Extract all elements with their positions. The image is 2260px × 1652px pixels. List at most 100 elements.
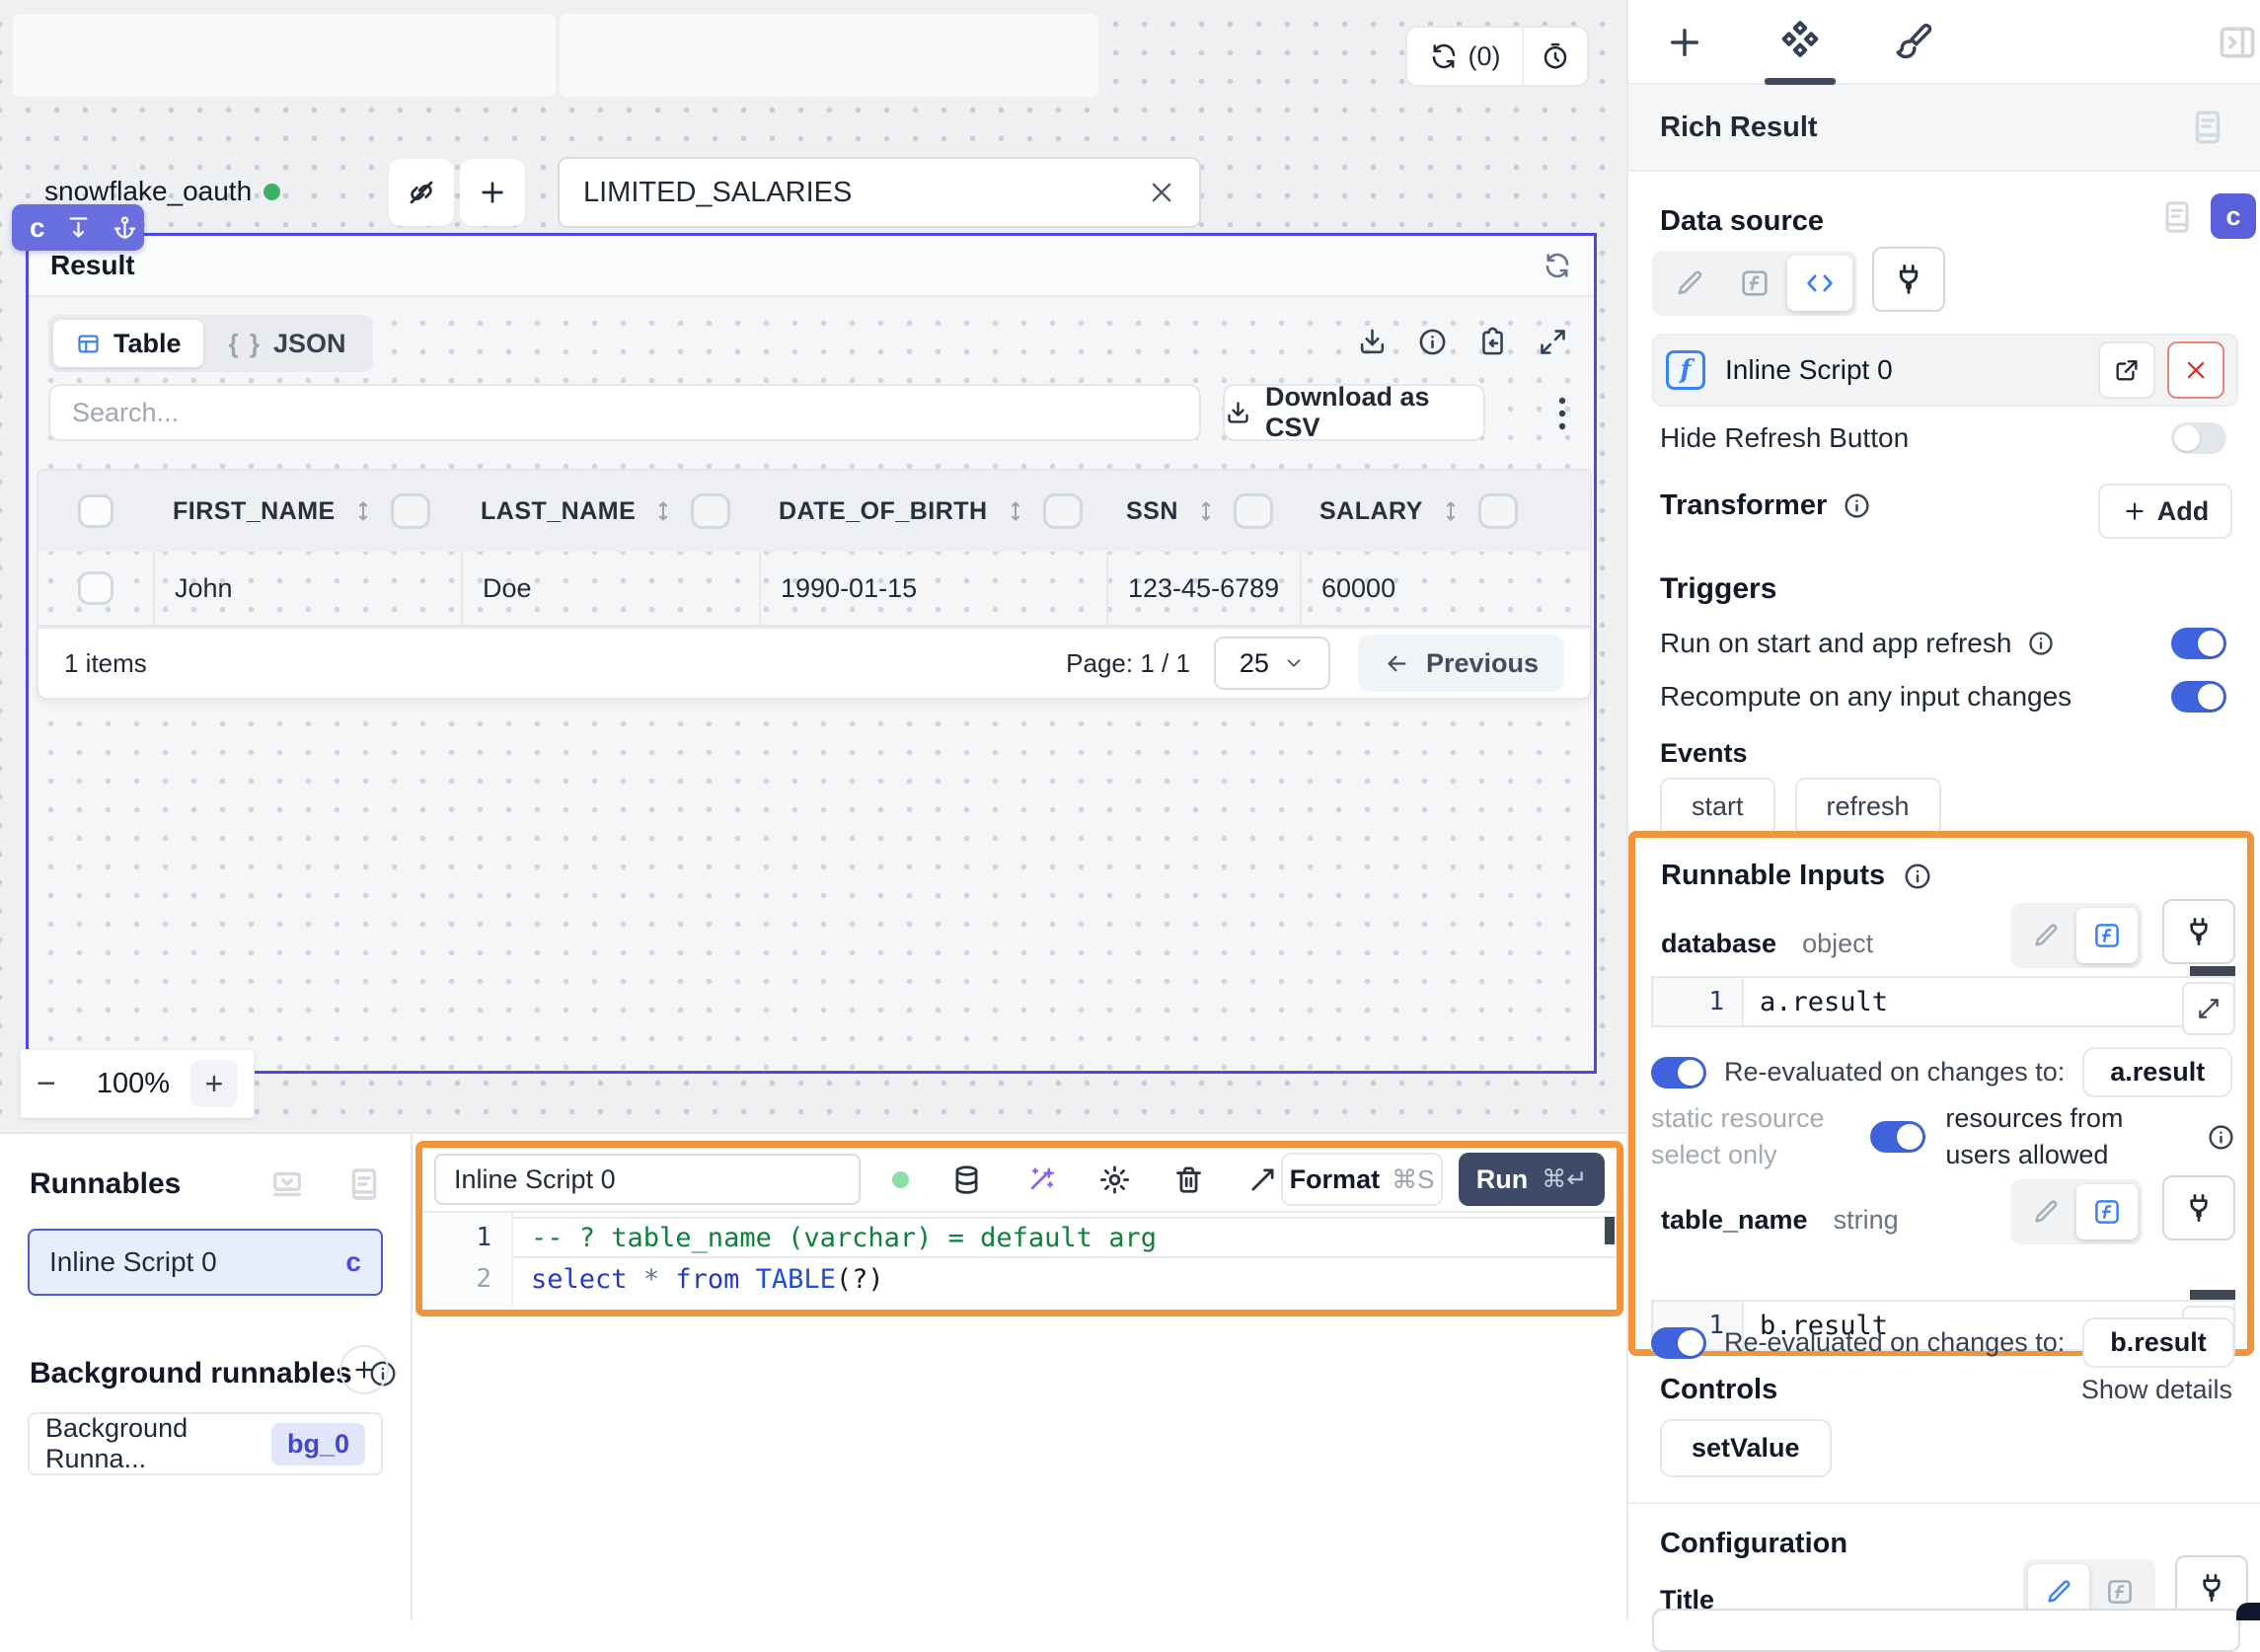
reeval-toggle[interactable] <box>1651 1327 1706 1359</box>
format-button[interactable]: Format ⌘S <box>1281 1153 1443 1206</box>
editor-scrollbar-thumb[interactable] <box>1605 1217 1615 1244</box>
more-options-button[interactable] <box>1541 392 1584 435</box>
open-script-external-button[interactable] <box>2098 341 2155 399</box>
expand-icon[interactable] <box>1538 327 1568 357</box>
empty-component-b[interactable] <box>560 14 1098 97</box>
column-toggle[interactable] <box>1478 493 1518 529</box>
table-row[interactable]: John Doe 1990-01-15 123-45-6789 60000 <box>37 552 1592 627</box>
components-tab-icon[interactable] <box>1776 18 1824 65</box>
sort-icon[interactable] <box>1194 499 1218 523</box>
zoom-out-button[interactable]: − <box>37 1065 76 1103</box>
hide-refresh-toggle[interactable] <box>2171 422 2226 454</box>
select-all-checkbox[interactable] <box>78 494 113 528</box>
info-icon[interactable] <box>2207 1123 2235 1152</box>
connect-input-plug-button[interactable] <box>2162 899 2235 964</box>
database-expr-editor[interactable]: 1 a.result <box>1651 976 2235 1027</box>
insert-tab-plus-icon[interactable] <box>1664 22 1705 63</box>
function-mode-icon[interactable] <box>2076 908 2138 963</box>
column-toggle[interactable] <box>391 493 430 529</box>
doc-list-icon[interactable] <box>343 1164 385 1205</box>
row-checkbox[interactable] <box>78 571 113 605</box>
runnable-item-inline-script-0[interactable]: Inline Script 0 c <box>28 1229 383 1296</box>
unlink-button[interactable] <box>389 159 454 226</box>
background-runnable-item[interactable]: Background Runna... bg_0 <box>28 1412 383 1475</box>
result-search-input[interactable] <box>72 398 1177 428</box>
add-button[interactable] <box>460 159 525 226</box>
code-line-2[interactable]: select * from TABLE(?) <box>513 1258 1617 1300</box>
sort-icon[interactable] <box>1004 499 1027 523</box>
table-select-input[interactable] <box>583 177 1148 209</box>
function-mode-icon[interactable] <box>1722 256 1787 311</box>
static-mode-pencil-icon[interactable] <box>2015 908 2076 963</box>
script-name-input[interactable] <box>454 1164 841 1195</box>
control-pill-setvalue[interactable]: setValue <box>1660 1419 1832 1477</box>
delete-trash-icon[interactable] <box>1172 1164 1205 1196</box>
show-details-link[interactable]: Show details <box>2081 1375 2232 1405</box>
remove-script-button[interactable] <box>2167 341 2224 399</box>
tab-json[interactable]: { } JSON <box>207 320 368 367</box>
info-icon[interactable] <box>1903 862 1932 891</box>
empty-component-a[interactable] <box>13 14 556 97</box>
clear-icon[interactable] <box>1148 179 1175 206</box>
title-input[interactable] <box>1652 1609 2240 1652</box>
data-source-script-row[interactable]: f Inline Script 0 <box>1652 334 2238 407</box>
component-id-pill[interactable]: c <box>12 204 144 251</box>
collapse-all-icon[interactable] <box>266 1164 308 1205</box>
run-button[interactable]: Run ⌘↵ <box>1459 1153 1605 1206</box>
component-ref-badge[interactable]: c <box>2211 193 2256 239</box>
refresh-all-button[interactable]: (0) <box>1407 28 1524 85</box>
collapse-panel-icon[interactable] <box>2216 21 2259 64</box>
clipboard-paste-icon[interactable] <box>1477 327 1508 357</box>
anchor-icon[interactable] <box>112 214 138 241</box>
expand-down-icon[interactable] <box>65 214 92 241</box>
run-on-start-toggle[interactable] <box>2171 628 2226 659</box>
database-icon[interactable] <box>950 1164 983 1196</box>
tab-table[interactable]: Table <box>53 320 203 367</box>
column-toggle[interactable] <box>1234 493 1273 529</box>
page-size-select[interactable]: 25 <box>1214 637 1330 690</box>
event-pill-start[interactable]: start <box>1660 778 1775 836</box>
trigger-label: Run on start and app refresh <box>1660 628 2011 659</box>
column-toggle[interactable] <box>1043 493 1083 529</box>
connect-input-plug-button[interactable] <box>1872 247 1945 312</box>
reeval-target-pill[interactable]: b.result <box>2082 1317 2234 1368</box>
info-icon[interactable] <box>1417 327 1448 357</box>
resources-from-users-toggle[interactable] <box>1870 1121 1925 1153</box>
info-icon[interactable] <box>1843 491 1871 520</box>
function-mode-icon[interactable] <box>2076 1184 2138 1239</box>
event-pill-refresh[interactable]: refresh <box>1795 778 1941 836</box>
refresh-result-icon[interactable] <box>1543 251 1572 280</box>
refresh-count: (0) <box>1469 41 1501 72</box>
reeval-target-pill[interactable]: a.result <box>2082 1047 2232 1097</box>
zoom-in-button[interactable]: + <box>190 1060 238 1107</box>
sort-icon[interactable] <box>651 499 675 523</box>
reeval-toggle[interactable] <box>1651 1057 1706 1089</box>
settings-gear-icon[interactable] <box>1098 1164 1131 1196</box>
result-component[interactable]: c Result Table { } JSON <box>26 233 1597 1074</box>
style-tab-brush-icon[interactable] <box>1893 22 1934 63</box>
sort-icon[interactable] <box>1439 499 1463 523</box>
code-mode-icon[interactable] <box>1787 256 1852 311</box>
sql-code-editor[interactable]: 1 2 -- ? table_name (varchar) = default … <box>422 1213 1617 1308</box>
sort-icon[interactable] <box>351 499 375 523</box>
info-icon[interactable] <box>2027 630 2055 657</box>
recompute-toggle[interactable] <box>2171 681 2226 713</box>
doc-icon[interactable] <box>2157 197 2197 237</box>
download-csv-button[interactable]: Download as CSV <box>1223 384 1485 441</box>
previous-page-button[interactable]: Previous <box>1358 635 1564 692</box>
add-transformer-button[interactable]: Add <box>2098 484 2232 539</box>
code-line-1[interactable]: -- ? table_name (varchar) = default arg <box>513 1217 1617 1258</box>
static-mode-pencil-icon[interactable] <box>2015 1184 2076 1239</box>
add-background-runnable-button[interactable] <box>339 1345 389 1394</box>
expand-expr-icon[interactable] <box>2182 982 2235 1035</box>
ai-wand-icon[interactable] <box>1024 1164 1057 1196</box>
doc-icon[interactable] <box>2187 107 2228 148</box>
download-icon[interactable] <box>1357 327 1388 357</box>
connect-input-plug-button[interactable] <box>2162 1175 2235 1240</box>
line-number: 2 <box>422 1258 511 1300</box>
script-editor-panel: Format ⌘S Run ⌘↵ 1 2 -- ? table_name (va… <box>413 1132 1626 1620</box>
history-button[interactable] <box>1524 28 1587 85</box>
static-mode-pencil-icon[interactable] <box>1657 256 1722 311</box>
expand-editor-icon[interactable] <box>1246 1164 1279 1196</box>
column-toggle[interactable] <box>691 493 730 529</box>
